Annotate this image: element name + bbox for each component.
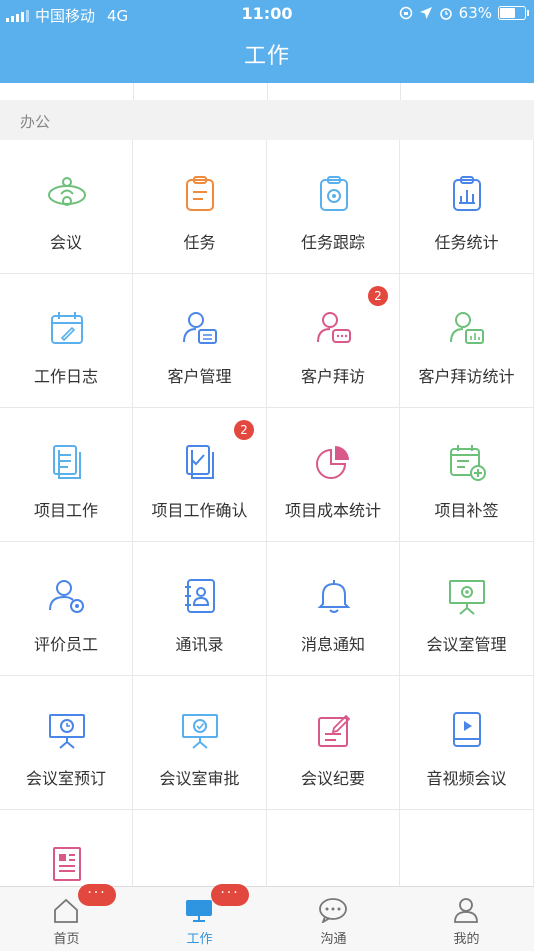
grid-item-task-tracking[interactable]: 任务跟踪 (267, 140, 400, 274)
tab-label: 我的 (453, 932, 480, 947)
tab-badge: ··· (78, 884, 116, 906)
grid-item-label: 会议纪要 (300, 769, 365, 788)
tab-label: 沟通 (320, 932, 347, 947)
grid-item-label: 客户管理 (167, 367, 232, 386)
grid-item-bell[interactable]: 消息通知 (267, 542, 400, 676)
scrolled-row-edge (0, 83, 534, 100)
grid-item-label: 任务跟踪 (300, 233, 365, 252)
project-cost-pie-icon (314, 442, 354, 482)
location-icon (419, 7, 432, 19)
project-confirm-icon (180, 442, 220, 482)
section-header-office: 办公 (0, 100, 534, 140)
grid-item-work-log[interactable]: 工作日志 (0, 274, 133, 408)
notification-badge: 2 (368, 286, 388, 306)
meeting-icon (47, 174, 87, 214)
task-clipboard-icon (180, 174, 220, 214)
chat-bubble-icon (319, 897, 347, 925)
customer-visit-icon (314, 308, 354, 348)
section-title: 办公 (20, 113, 51, 131)
grid-item-meeting-room-management[interactable]: 会议室管理 (400, 542, 534, 676)
battery-percent: 63% (458, 4, 492, 22)
grid-item-label: 客户拜访统计 (418, 367, 515, 386)
contacts-book-icon (180, 576, 220, 616)
grid-item-label: 音视频会议 (426, 769, 507, 788)
grid-item-label: 会议室审批 (159, 769, 240, 788)
grid-item-label: 项目成本统计 (284, 501, 381, 520)
project-supplement-icon (447, 442, 487, 482)
newspaper-icon (47, 844, 87, 884)
project-work-icon (47, 442, 87, 482)
grid-item-label: 任务统计 (434, 233, 499, 252)
grid-item-contacts-book[interactable]: 通讯录 (133, 542, 267, 676)
grid-item-video-conference[interactable]: 音视频会议 (400, 676, 534, 810)
tab-badge: ··· (211, 884, 249, 906)
grid-item-label: 会议室管理 (426, 635, 507, 654)
page-title: 工作 (243, 44, 290, 69)
tab-profile[interactable]: 我的 (400, 887, 533, 951)
grid-item-meeting-room-booking[interactable]: 会议室预订 (0, 676, 133, 810)
tab-home[interactable]: 首页 ··· (0, 884, 133, 951)
grid-item-label: 项目工作 (33, 501, 98, 520)
video-conference-icon (447, 710, 487, 750)
customer-management-icon (180, 308, 220, 348)
grid-item-label: 客户拜访 (300, 367, 365, 386)
alarm-icon (439, 8, 452, 20)
grid-item-task-statistics[interactable]: 任务统计 (400, 140, 534, 274)
meeting-minutes-icon (314, 710, 354, 750)
grid-item-meeting[interactable]: 会议 (0, 140, 133, 274)
work-monitor-icon (185, 897, 213, 923)
rotation-lock-icon (399, 6, 412, 20)
work-log-icon (47, 308, 87, 348)
battery-icon (498, 6, 529, 20)
tab-chat-bubble[interactable]: 沟通 (267, 887, 400, 951)
grid-item-project-confirm[interactable]: 项目工作确认 2 (133, 408, 267, 542)
grid-item-label: 项目补签 (434, 501, 499, 520)
task-statistics-icon (447, 174, 487, 214)
evaluate-employee-icon (47, 576, 87, 616)
notification-badge: 2 (234, 420, 254, 440)
grid-item-label: 任务 (183, 233, 216, 252)
grid-item-project-cost-pie[interactable]: 项目成本统计 (267, 408, 400, 542)
grid-item-evaluate-employee[interactable]: 评价员工 (0, 542, 133, 676)
app-header: 中国移动 4G 11:00 63% 工作 (0, 0, 534, 83)
grid-item-label: 工作日志 (33, 367, 98, 386)
grid-item-customer-visit[interactable]: 客户拜访 2 (267, 274, 400, 408)
grid-item-label: 消息通知 (300, 635, 365, 654)
customer-visit-statistics-icon (447, 308, 487, 348)
tab-label: 首页 (53, 932, 80, 947)
meeting-room-management-icon (447, 576, 487, 616)
grid-item-task-clipboard[interactable]: 任务 (133, 140, 267, 274)
profile-icon (452, 897, 480, 923)
grid-item-customer-management[interactable]: 客户管理 (133, 274, 267, 408)
tab-work-monitor[interactable]: 工作 ··· (133, 884, 266, 951)
meeting-room-booking-icon (47, 710, 87, 750)
status-bar: 中国移动 4G 11:00 63% (0, 0, 534, 28)
grid-item-label: 会议室预订 (25, 769, 106, 788)
bell-icon (314, 576, 354, 616)
grid-item-label: 项目工作确认 (151, 501, 248, 520)
grid-item-customer-visit-statistics[interactable]: 客户拜访统计 (400, 274, 534, 408)
home-icon (52, 897, 80, 923)
grid-item-meeting-room-approval[interactable]: 会议室审批 (133, 676, 267, 810)
bottom-tab-bar: 首页 ··· 工作 ··· 沟通 我的 (0, 884, 534, 951)
tab-label: 工作 (186, 932, 213, 947)
function-grid: 会议 任务 任务跟踪 任务统计工作日志 客户管理 客户拜访 2 客户拜访统计项目工作 项目工作确… (0, 140, 534, 944)
grid-item-label: 通讯录 (175, 635, 224, 654)
grid-item-project-work[interactable]: 项目工作 (0, 408, 133, 542)
grid-item-label: 会议 (49, 233, 82, 252)
meeting-room-approval-icon (180, 710, 220, 750)
grid-item-label: 评价员工 (33, 635, 98, 654)
task-tracking-icon (314, 174, 354, 214)
grid-item-project-supplement[interactable]: 项目补签 (400, 408, 534, 542)
grid-item-meeting-minutes[interactable]: 会议纪要 (267, 676, 400, 810)
